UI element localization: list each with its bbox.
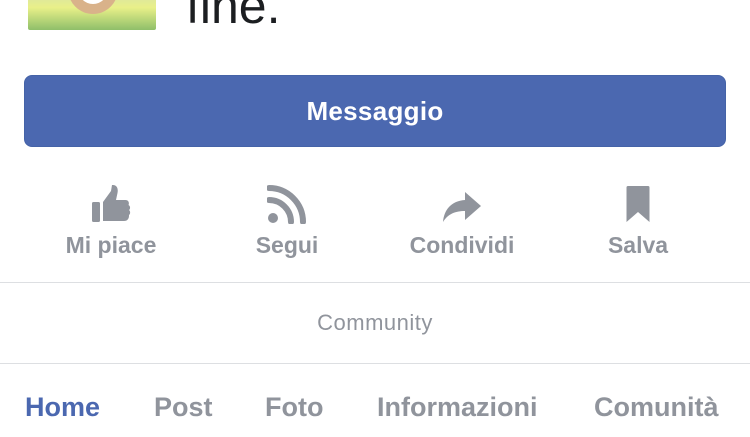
share-label: Condividi xyxy=(409,232,515,258)
bookmark-icon xyxy=(625,176,651,224)
message-button[interactable]: Messaggio xyxy=(24,75,726,147)
like-button[interactable]: Mi piace xyxy=(26,170,196,270)
follow-button[interactable]: Segui xyxy=(202,170,372,270)
follow-label: Segui xyxy=(255,232,319,258)
tab-bar: Home Post Foto Informazioni Comunità xyxy=(0,364,750,437)
action-bar: Mi piace Segui Condividi Salva xyxy=(0,170,750,270)
tab-photos[interactable]: Foto xyxy=(265,392,323,423)
profile-avatar[interactable] xyxy=(28,0,156,30)
save-label: Salva xyxy=(607,232,669,258)
share-button[interactable]: Condividi xyxy=(377,170,547,270)
save-button[interactable]: Salva xyxy=(553,170,723,270)
message-button-label: Messaggio xyxy=(306,95,444,126)
rss-icon xyxy=(267,176,307,224)
profile-header: fine. xyxy=(0,0,750,40)
tab-info[interactable]: Informazioni xyxy=(377,392,538,423)
community-section[interactable]: Community xyxy=(0,283,750,363)
tab-post[interactable]: Post xyxy=(154,392,213,423)
like-label: Mi piace xyxy=(65,232,157,258)
profile-title: fine. xyxy=(186,0,281,34)
tab-community[interactable]: Comunità xyxy=(594,392,719,423)
share-arrow-icon xyxy=(441,176,483,224)
tab-home[interactable]: Home xyxy=(25,392,100,423)
thumbs-up-icon xyxy=(91,176,131,224)
community-label: Community xyxy=(317,310,433,335)
